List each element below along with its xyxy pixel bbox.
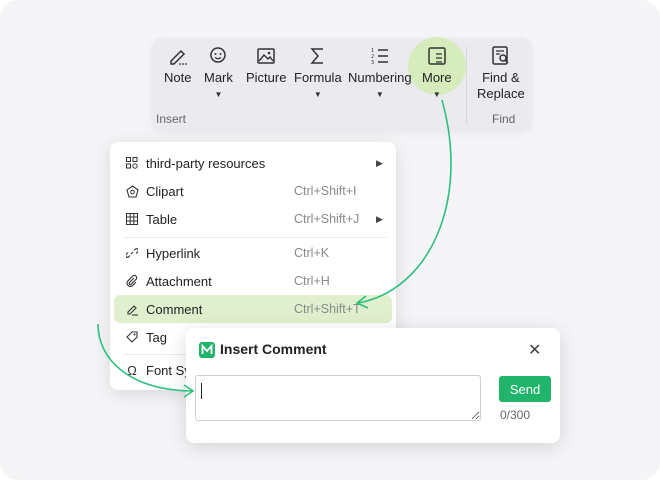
menu-item-comment[interactable]: Comment Ctrl+Shift+T [114, 295, 392, 323]
note-label: Note [164, 70, 192, 85]
dialog-title: Insert Comment [220, 341, 327, 357]
menu-item-label: Tag [146, 329, 167, 345]
menu-item-label: Clipart [146, 183, 184, 199]
picture-label: Picture [246, 70, 287, 85]
numbering-dropdown-caret[interactable]: ▼ [376, 90, 384, 100]
menu-item-table[interactable]: Table Ctrl+Shift+J ▶ [114, 206, 392, 232]
grid-apps-icon [122, 157, 142, 169]
link-icon [122, 247, 142, 259]
menu-item-shortcut: Ctrl+Shift+J [294, 212, 360, 226]
ribbon-divider [466, 46, 467, 124]
menu-item-shortcut: Ctrl+K [294, 246, 330, 260]
menu-item-label: Attachment [146, 273, 212, 289]
close-icon[interactable]: ✕ [528, 340, 541, 360]
menu-item-clipart[interactable]: Clipart Ctrl+Shift+I [114, 178, 392, 204]
find-label-line2: Replace [477, 86, 525, 101]
send-button[interactable]: Send [499, 376, 551, 402]
formula-dropdown-caret[interactable]: ▼ [314, 90, 322, 100]
menu-item-hyperlink[interactable]: Hyperlink Ctrl+K [114, 240, 392, 266]
omega-icon: Ω [127, 362, 137, 378]
note-pen-icon [166, 44, 190, 68]
find-replace-button[interactable]: Find & Replace [477, 44, 525, 102]
clipart-icon [122, 184, 142, 198]
menu-item-label: Comment [146, 301, 203, 317]
comment-input[interactable] [195, 375, 481, 421]
picture-button[interactable]: Picture [246, 44, 286, 86]
table-icon [122, 213, 142, 225]
numbered-list-icon: 123 [368, 44, 392, 68]
svg-text:3: 3 [371, 60, 374, 66]
find-group-label: Find [492, 112, 516, 126]
more-dropdown-caret[interactable]: ▼ [433, 90, 441, 100]
menu-item-shortcut: Ctrl+Shift+T [294, 302, 361, 316]
more-button[interactable]: More ▼ [422, 44, 452, 100]
menu-item-shortcut: Ctrl+Shift+I [294, 184, 357, 198]
text-cursor [201, 383, 202, 399]
mark-label: Mark [204, 70, 233, 85]
mark-dropdown-caret[interactable]: ▼ [214, 90, 222, 100]
more-panel-icon [425, 44, 449, 68]
mark-button[interactable]: Mark ▼ [204, 44, 233, 100]
submenu-arrow-icon: ▶ [376, 157, 383, 168]
picture-icon [254, 44, 278, 68]
mark-face-icon [206, 44, 230, 68]
find-replace-icon [489, 44, 513, 68]
menu-item-third-party-resources[interactable]: third-party resources ▶ [114, 150, 392, 176]
menu-item-label: third-party resources [146, 155, 266, 171]
numbering-label: Numbering [348, 70, 412, 85]
paperclip-icon [122, 275, 142, 287]
menu-item-label: Table [146, 211, 178, 227]
insert-comment-dialog: Insert Comment ✕ Send 0/300 [186, 328, 560, 443]
menu-item-attachment[interactable]: Attachment Ctrl+H [114, 268, 392, 294]
find-label-line1: Find & [482, 70, 520, 85]
menu-item-label: Hyperlink [146, 245, 201, 261]
formula-button[interactable]: Formula ▼ [294, 44, 342, 100]
numbering-button[interactable]: 123 Numbering ▼ [348, 44, 412, 100]
app-logo-icon [199, 342, 215, 358]
ribbon-toolbar: Note Mark ▼ Picture Formula ▼ 123 Number… [152, 37, 532, 131]
menu-divider [124, 237, 386, 238]
note-button[interactable]: Note [164, 44, 191, 86]
menu-item-shortcut: Ctrl+H [294, 274, 330, 288]
more-label: More [422, 70, 452, 85]
character-counter: 0/300 [500, 408, 531, 422]
insert-group-label: Insert [156, 112, 187, 126]
comment-pen-icon [122, 303, 142, 316]
menu-item-label: Font Sy [146, 362, 191, 378]
sigma-icon [306, 44, 330, 68]
tag-icon [122, 331, 142, 343]
formula-label: Formula [294, 70, 342, 85]
submenu-arrow-icon: ▶ [376, 213, 383, 224]
